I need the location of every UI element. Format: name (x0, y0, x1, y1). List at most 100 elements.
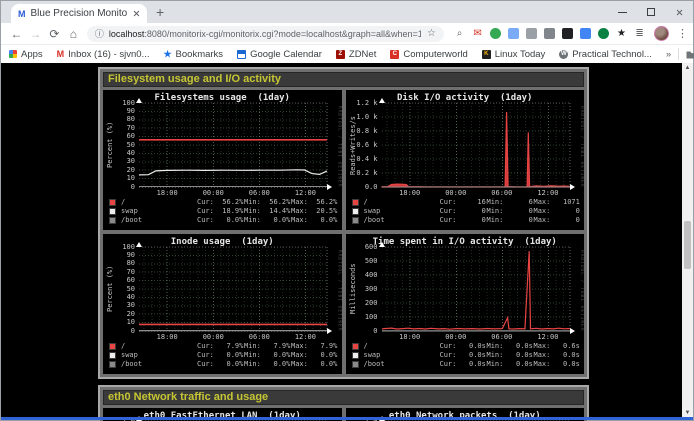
graph-panel-disk-i-o-activity-1day[interactable]: Disk I/O activity (1day)Reads+Writes/s1.… (346, 90, 585, 230)
legend-cur-value: Cur: 0 (440, 216, 487, 225)
reload-icon[interactable]: ⟳ (45, 27, 64, 41)
page-scrollbar[interactable]: ▲ ▼ (682, 63, 693, 420)
gmail-extension-icon[interactable]: ✉ (472, 28, 483, 39)
bookmarks-overflow-chevron[interactable]: » (666, 49, 671, 60)
tab-close-icon[interactable] (132, 10, 140, 18)
browser-tab[interactable]: M Blue Precision Monitorix (11, 4, 147, 23)
legend-cur-value: Cur: 56.2% (197, 198, 244, 207)
y-tick-label: 80 (103, 116, 135, 123)
y-tick-label: 0 (103, 328, 135, 335)
browser-menu-icon[interactable]: ⋮ (677, 27, 687, 40)
legend-max-value: Max: 0.0s (534, 360, 581, 369)
y-tick-label: 90 (103, 252, 135, 259)
legend-series-name: /boot (364, 216, 440, 225)
new-tab-button[interactable]: + (156, 1, 164, 23)
window-controls (618, 1, 683, 23)
green-circle-extension-icon[interactable] (598, 28, 609, 39)
graph-legend: /Cur: 56.2%Min: 56.2%Max: 56.2%swapCur: … (103, 198, 342, 225)
y-tick-label: 40 (103, 294, 135, 301)
y-tick-label: 30 (103, 158, 135, 165)
legend-series-name: swap (364, 207, 440, 216)
legend-cur-value: Cur: 0.0% (197, 216, 244, 225)
legend-color-chip (109, 343, 116, 350)
bookmark-zdnet[interactable]: ZZDNet (336, 49, 376, 60)
address-bar[interactable]: ⓘ localhost:8080/monitorix-cgi/monitorix… (87, 26, 444, 42)
y-tick-label: 0 (103, 184, 135, 191)
legend-series-name: /boot (121, 216, 197, 225)
bookmark-star-icon[interactable]: ☆ (427, 28, 436, 39)
search-extension-icon[interactable]: ⌕ (454, 28, 465, 39)
apps-shortcut[interactable]: Apps (9, 49, 43, 60)
close-button[interactable] (675, 8, 683, 16)
legend-color-chip (352, 217, 359, 224)
legend-color-chip (109, 199, 116, 206)
plot-area (139, 103, 327, 187)
legend-max-value: Max: 0.6s (534, 342, 581, 351)
browser-window: M Blue Precision Monitorix + ← → ⟳ ⌂ ⓘ l… (0, 0, 694, 421)
bookmark-practical-technol[interactable]: WPractical Technol... (559, 49, 652, 60)
scrollbar-down-arrow[interactable]: ▼ (682, 410, 693, 416)
legend-min-value: Min: 56.2% (244, 198, 291, 207)
home-icon[interactable]: ⌂ (64, 27, 83, 41)
scrollbar-thumb[interactable] (684, 221, 691, 269)
graph-panel-inode-usage-1day[interactable]: Inode usage (1day)Percent (%)10090807060… (103, 234, 342, 374)
legend-row: /Cur: 0.0sMin: 0.0sMax: 0.6s (346, 342, 585, 351)
url-path: :8080/monitorix-cgi/monitorix.cgi?mode=l… (144, 29, 421, 39)
url-host: localhost (109, 29, 145, 39)
gray-card-extension-icon[interactable] (526, 28, 537, 39)
legend-max-value: Max: 56.2% (291, 198, 338, 207)
legend-color-chip (352, 343, 359, 350)
bookmark-google-calendar[interactable]: Google Calendar (237, 49, 322, 60)
y-tick-label: 500 (346, 258, 378, 265)
y-tick-label: 40 (103, 150, 135, 157)
back-icon[interactable]: ← (7, 27, 26, 41)
forward-icon[interactable]: → (26, 27, 45, 41)
bookmark-linux-today[interactable]: KLinux Today (482, 49, 546, 60)
legend-row: /Cur: 16Min: 6Max: 1071 (346, 198, 585, 207)
y-tick-label: 0 (346, 328, 378, 335)
monitorix-favicon-icon: M (18, 9, 26, 19)
x-tick-label: 06:00 (491, 190, 512, 197)
scrollbar-up-arrow[interactable]: ▲ (682, 65, 693, 71)
y-tick-label: 0.4 k (346, 156, 378, 163)
copy-docs-extension-icon[interactable] (508, 28, 519, 39)
y-tick-label: 70 (103, 125, 135, 132)
bookmark-inbox-16-sjvn0[interactable]: MInbox (16) - sjvn0... (57, 49, 150, 60)
gray-eye-extension-icon[interactable] (544, 28, 555, 39)
legend-max-value: Max: 0.0s (534, 351, 581, 360)
dark-app-extension-icon[interactable] (562, 28, 573, 39)
y-tick-label: 0.8 k (346, 128, 378, 135)
black-star-extension-icon[interactable]: ★ (616, 28, 627, 39)
x-tick-label: 00:00 (203, 190, 224, 197)
legend-color-chip (352, 208, 359, 215)
legend-row: /Cur: 56.2%Min: 56.2%Max: 56.2% (103, 198, 342, 207)
graph-panel-filesystems-usage-1day[interactable]: Filesystems usage (1day)Percent (%)10090… (103, 90, 342, 230)
legend-cur-value: Cur: 7.9% (197, 342, 244, 351)
legend-row: swapCur: 0.0sMin: 0.0sMax: 0.0s (346, 351, 585, 360)
graph-legend: /Cur: 7.9%Min: 7.9%Max: 7.9%swapCur: 0.0… (103, 342, 342, 369)
y-tick-label: 50 (103, 142, 135, 149)
x-tick-label: 00:00 (445, 334, 466, 341)
playlist-extension-icon[interactable]: ≣ (634, 28, 645, 39)
x-tick-label: 12:00 (295, 190, 316, 197)
blue-chat-extension-icon[interactable] (580, 28, 591, 39)
bookmark-computerworld[interactable]: CComputerworld (390, 49, 467, 60)
legend-series-name: swap (121, 351, 197, 360)
other-bookmarks-button[interactable]: Other bookmarks (686, 49, 694, 60)
bookmark-bookmarks[interactable]: ★Bookmarks (163, 49, 223, 60)
page-info-icon[interactable]: ⓘ (95, 27, 104, 40)
minimize-button[interactable] (618, 12, 627, 13)
y-tick-label: 20 (103, 311, 135, 318)
graph-panel-time-spent-in-i-o-activity-1day[interactable]: Time spent in I/O activity (1day)Millise… (346, 234, 585, 374)
maximize-button[interactable] (647, 8, 655, 16)
legend-max-value: Max: 0.0% (291, 360, 338, 369)
y-tick-label: 10 (103, 319, 135, 326)
y-tick-label: 10 (103, 175, 135, 182)
x-tick-label: 06:00 (491, 334, 512, 341)
green-pin-extension-icon[interactable] (490, 28, 501, 39)
legend-cur-value: Cur: 0.0s (440, 342, 487, 351)
legend-series-name: / (121, 342, 197, 351)
profile-avatar[interactable] (654, 26, 669, 41)
zdnet-icon: Z (336, 50, 345, 59)
legend-min-value: Min: 0.0s (487, 351, 534, 360)
